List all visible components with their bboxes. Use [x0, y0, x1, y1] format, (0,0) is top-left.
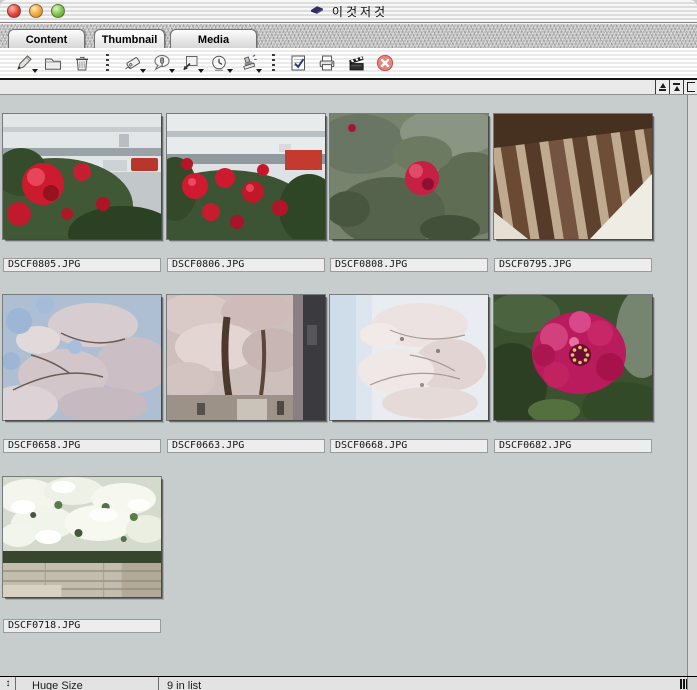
filename-label[interactable]: DSCF0682.JPG: [494, 439, 652, 453]
tab-media[interactable]: Media: [170, 29, 257, 49]
window-title: 이것저것: [332, 3, 388, 20]
tab-thumbnail[interactable]: Thumbnail: [94, 29, 165, 49]
tab-thumbnail-label: Thumbnail: [102, 34, 158, 46]
thumbnail-cell: DSCF0805.JPG: [3, 114, 161, 239]
sort-descending-icon: [674, 86, 680, 91]
photo-blossom-street-rotated: [167, 295, 325, 420]
title-bar: 이것저것: [0, 0, 697, 23]
thumbnail-image-dscf0808[interactable]: [330, 114, 488, 239]
thumbnail-image-dscf0795[interactable]: [494, 114, 652, 239]
photo-white-azaleas-deck: [3, 477, 161, 597]
thumbnail-cell: DSCF0806.JPG: [167, 114, 325, 239]
thumbnail-cell: DSCF0668.JPG: [330, 295, 488, 420]
thumbnail-image-dscf0663[interactable]: [167, 295, 325, 420]
list-header-row: [0, 78, 697, 95]
toolbar: [0, 48, 697, 78]
photo-single-rose-foliage: [330, 114, 488, 239]
book-icon: [309, 2, 325, 20]
photo-pale-blossoms: [330, 295, 488, 420]
tab-content-label: Content: [26, 34, 68, 46]
tab-content[interactable]: Content: [8, 29, 85, 49]
view-options-icon: [687, 82, 695, 92]
toolbar-separator: [106, 54, 109, 72]
chevron-down-icon: [198, 69, 204, 73]
folder-button[interactable]: [42, 52, 64, 74]
sort-ascending-icon: [660, 83, 666, 88]
chevron-down-icon: [256, 69, 262, 73]
print-button[interactable]: [316, 52, 338, 74]
filename-label[interactable]: DSCF0718.JPG: [3, 619, 161, 633]
toolbar-separator: [272, 54, 275, 72]
filename-label[interactable]: DSCF0663.JPG: [167, 439, 325, 453]
thumbnail-cell: DSCF0718.JPG: [3, 477, 161, 597]
filename-label[interactable]: DSCF0808.JPG: [330, 258, 488, 272]
thumbnail-grid: DSCF0805.JPG: [0, 95, 697, 677]
thumbnail-image-dscf0682[interactable]: [494, 295, 652, 420]
view-options-button[interactable]: [683, 80, 697, 94]
thumbnail-size-selector[interactable]: Huge Size: [32, 679, 83, 690]
photo-wooden-pillars: [494, 114, 652, 239]
filename-label[interactable]: DSCF0658.JPG: [3, 439, 161, 453]
checklist-document-button[interactable]: [287, 52, 309, 74]
status-divider: [15, 677, 16, 690]
tab-media-label: Media: [198, 34, 229, 46]
slideshow-clapper-button[interactable]: [345, 52, 367, 74]
thumbnail-image-dscf0658[interactable]: [3, 295, 161, 420]
filename-label[interactable]: DSCF0795.JPG: [494, 258, 652, 272]
photo-red-roses-building: [3, 114, 161, 239]
chevron-down-icon: [32, 69, 38, 73]
chevron-down-icon: [169, 69, 175, 73]
voice-annotation-button[interactable]: [150, 52, 172, 74]
item-count-label: 9 in list: [167, 679, 201, 690]
sort-ascending-icon-bar: [659, 89, 666, 91]
photo-rose-bush-building: [167, 114, 325, 239]
move-transfer-button[interactable]: [179, 52, 201, 74]
sort-descending-icon-bar: [673, 83, 680, 85]
thumbnail-image-dscf0718[interactable]: [3, 477, 161, 597]
close-red-x-button[interactable]: [374, 52, 396, 74]
chevron-down-icon: [227, 69, 233, 73]
thumbnail-cell: DSCF0808.JPG: [330, 114, 488, 239]
filename-label[interactable]: DSCF0668.JPG: [330, 439, 488, 453]
filename-label[interactable]: DSCF0806.JPG: [167, 258, 325, 272]
tag-button[interactable]: [121, 52, 143, 74]
thumbnail-image-dscf0805[interactable]: [3, 114, 161, 239]
filename-label[interactable]: DSCF0805.JPG: [3, 258, 161, 272]
thumbnail-image-dscf0668[interactable]: [330, 295, 488, 420]
thumbnail-image-dscf0806[interactable]: [167, 114, 325, 239]
photo-magenta-peony: [494, 295, 652, 420]
scrollbar-corner: [687, 677, 697, 690]
timer-clock-button[interactable]: [208, 52, 230, 74]
thumbnail-cell: DSCF0663.JPG: [167, 295, 325, 420]
thumbnail-cell: DSCF0658.JPG: [3, 295, 161, 420]
status-divider: [158, 677, 159, 690]
trash-button[interactable]: [71, 52, 93, 74]
tab-strip: Content Thumbnail Media: [0, 23, 697, 49]
thumbnail-size-icon[interactable]: ↕: [2, 677, 14, 690]
chevron-down-icon: [140, 69, 146, 73]
sort-descending-button[interactable]: [669, 80, 683, 94]
edit-pen-button[interactable]: [13, 52, 35, 74]
send-stamp-button[interactable]: [237, 52, 259, 74]
vertical-scrollbar[interactable]: [687, 95, 697, 677]
photo-cherry-blossoms-sky: [3, 295, 161, 420]
thumbnail-cell: DSCF0795.JPG: [494, 114, 652, 239]
thumbnail-cell: DSCF0682.JPG: [494, 295, 652, 420]
sort-ascending-button[interactable]: [655, 80, 669, 94]
status-bar: ↕ Huge Size 9 in list: [0, 676, 697, 690]
